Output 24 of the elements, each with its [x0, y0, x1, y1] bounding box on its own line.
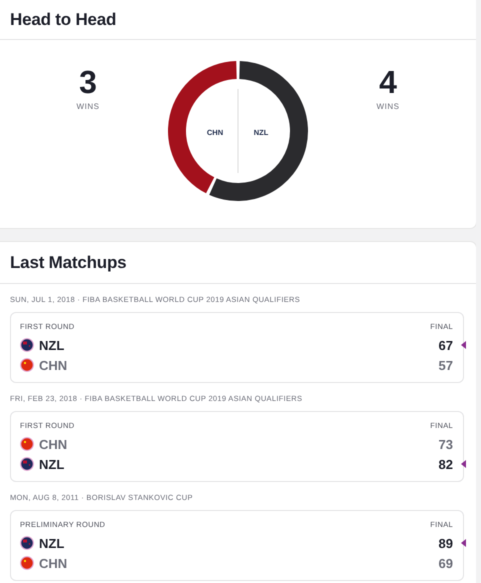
team-name: NZL [39, 536, 66, 550]
china-flag-icon [20, 437, 34, 451]
team-score: 73 [438, 436, 453, 452]
card-title: Last Matchups [10, 252, 126, 272]
wins-count: 3 [79, 65, 97, 99]
team-name: NZL [39, 456, 66, 472]
team-name: CHN [39, 358, 68, 372]
team-name: CHN [39, 436, 68, 452]
wins-label: WINS [376, 102, 400, 111]
china-flag-icon [20, 358, 34, 372]
new-zealand-flag-icon [20, 338, 34, 352]
team-score: 89 [438, 536, 453, 550]
team-name: NZL [39, 338, 66, 352]
new-zealand-flag-icon [20, 457, 34, 471]
wins-label: WINS [76, 102, 100, 111]
team-score: 69 [438, 556, 453, 570]
card-title: Head to Head [10, 10, 116, 30]
china-flag-icon [20, 556, 34, 570]
team-score: 57 [438, 358, 453, 372]
wins-count: 4 [379, 65, 397, 99]
team-name: CHN [39, 556, 68, 570]
team-score: 67 [438, 338, 453, 352]
team-score: 82 [438, 456, 453, 472]
new-zealand-flag-icon [20, 536, 34, 550]
